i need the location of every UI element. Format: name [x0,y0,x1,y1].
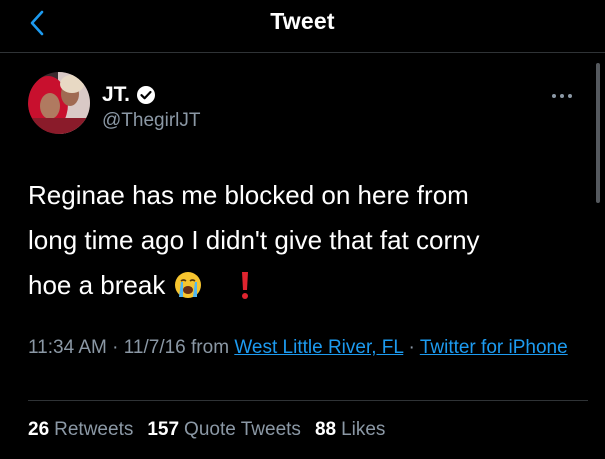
author-handle[interactable]: @ThegirlJT [102,110,200,132]
meta-from: from [185,337,235,358]
tweet-date[interactable]: 11/7/16 [124,337,186,358]
loudly-crying-face-icon [174,272,201,298]
red-exclamation-icon [242,272,249,299]
author-name-row: JT. [102,83,156,107]
quote-tweets-count: 157 [147,419,180,440]
retweets-label: Retweets [54,419,134,440]
divider [28,400,588,401]
top-bar: Tweet [0,0,605,53]
verified-badge-icon [137,86,156,104]
meta-separator: · [106,337,124,358]
quote-tweets-stat[interactable]: 157 Quote Tweets [147,419,301,441]
likes-stat[interactable]: 88 Likes [315,419,386,441]
retweets-count: 26 [28,419,50,440]
likes-count: 88 [314,419,337,440]
tweet-detail: JT. @ThegirlJT Reginae has me blocked on… [0,53,605,459]
quote-tweets-label: Quote Tweets [184,419,301,440]
display-name[interactable]: JT. [102,83,130,107]
avatar[interactable] [28,72,90,134]
tweet-text-fragment: hoe a break [28,270,166,300]
engagement-stats: 26 Retweets 157 Quote Tweets 88 Likes [28,419,385,441]
likes-label: Likes [341,419,386,440]
tweet-text-line: long time ago I didn't give that fat cor… [28,225,480,255]
source-link[interactable]: Twitter for iPhone [420,337,568,358]
location-link[interactable]: West Little River, FL [234,337,403,358]
page-title: Tweet [270,8,335,34]
more-dot [568,94,572,98]
tweet-metadata: 11:34 AM · 11/7/16 from West Little Rive… [28,334,583,361]
more-dot [560,94,564,98]
tweet-time[interactable]: 11:34 AM [28,337,107,358]
meta-separator: · [403,337,420,358]
tweet-text-line: hoe a break [28,263,573,308]
tweet-body: Reginae has me blocked on here from long… [28,173,573,308]
retweets-stat[interactable]: 26 Retweets [28,419,133,441]
more-options-button[interactable] [545,87,579,105]
more-horizontal-icon [552,94,556,98]
scrollbar[interactable] [596,63,600,203]
tweet-text-line: Reginae has me blocked on here from [28,180,469,210]
